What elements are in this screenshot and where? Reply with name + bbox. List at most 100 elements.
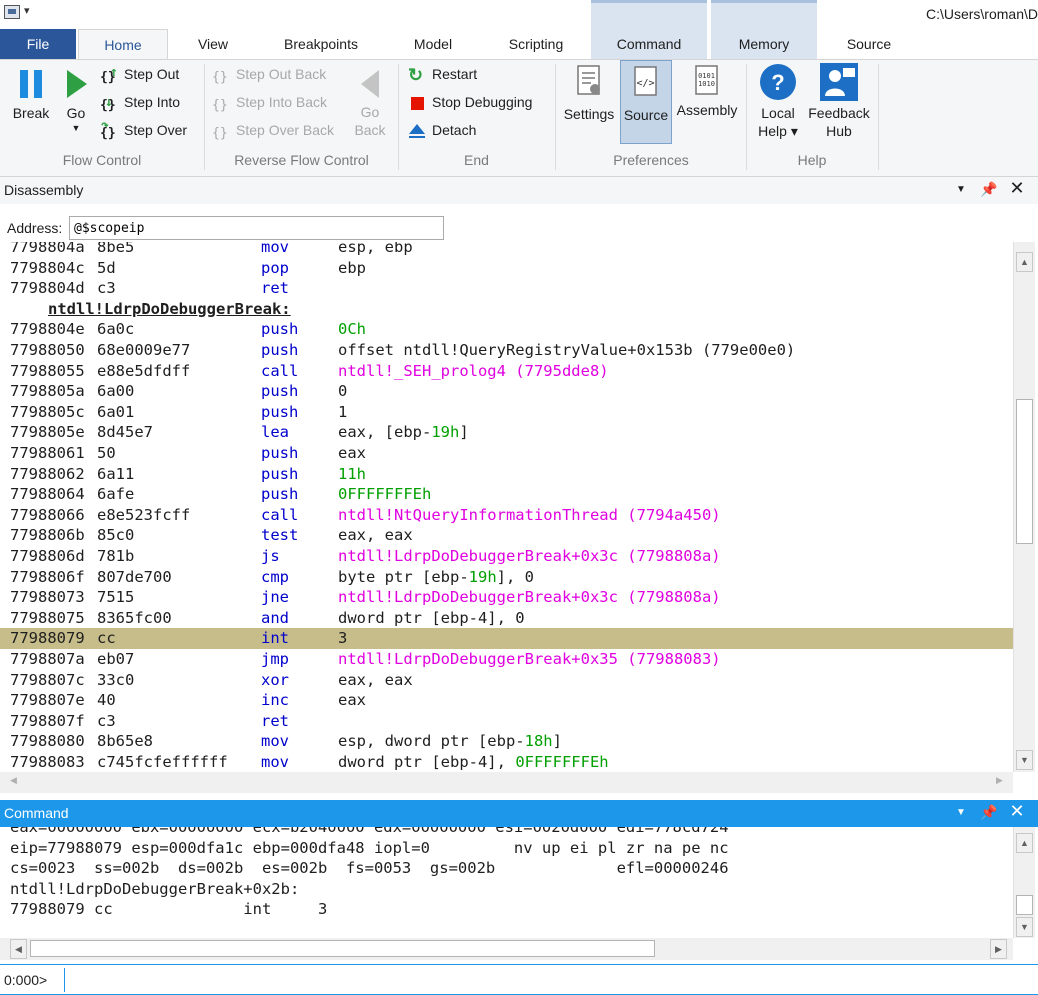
- go-dropdown-icon: ▼: [71, 123, 81, 133]
- instruction-line[interactable]: 7798806b 85c0 test eax, eax: [0, 525, 1013, 546]
- address-input[interactable]: [69, 216, 444, 240]
- tab-source[interactable]: Source: [836, 29, 902, 59]
- tab-command[interactable]: Command: [591, 29, 707, 59]
- stop-debugging-button[interactable]: Stop Debugging: [408, 90, 532, 114]
- pin-icon[interactable]: 📌: [980, 181, 998, 198]
- instruction-line[interactable]: 7798806d 781b js ntdll!LdrpDoDebuggerBreak+…: [0, 546, 1013, 567]
- numeric-operand: 19h: [431, 423, 460, 442]
- instruction-line[interactable]: 7798806f 807de700 cmp byte ptr [ebp-19h], 0: [0, 567, 1013, 588]
- scroll-right-arrow-icon[interactable]: ▶: [996, 775, 1003, 786]
- go-button[interactable]: Go ▼: [60, 64, 92, 148]
- command-vertical-scrollbar[interactable]: ▲ ▼: [1013, 827, 1035, 938]
- instruction-line[interactable]: 77988080 8b65e8 mov esp, dword ptr [ebp-18h…: [0, 731, 1013, 752]
- disassembly-listing[interactable]: 7798804a 8be5 mov esp, ebp 7798804c 5d pop ebp 7…: [0, 242, 1013, 772]
- instruction-line[interactable]: 7798804d c3 ret: [0, 278, 1013, 299]
- mnemonic: inc: [261, 691, 289, 710]
- instruction-line[interactable]: 7798805e 8d45e7 lea eax, [ebp-19h]: [0, 422, 1013, 443]
- tab-view[interactable]: View: [188, 29, 238, 59]
- scrollbar-thumb[interactable]: [30, 940, 655, 957]
- quick-access-dropdown-icon[interactable]: ▾: [24, 4, 30, 17]
- instruction-line[interactable]: 77988055 e88e5dfdff call ntdll!_SEH_prolog4…: [0, 361, 1013, 382]
- go-back-button[interactable]: Go Back: [348, 64, 392, 148]
- step-into-back-button[interactable]: {} Step Into Back: [212, 90, 327, 114]
- tab-breakpoints[interactable]: Breakpoints: [272, 29, 370, 59]
- tab-home[interactable]: Home: [78, 29, 168, 59]
- instruction-line[interactable]: 77988066 e8e523fcff call ntdll!NtQueryInfor…: [0, 505, 1013, 526]
- scrollbar-thumb[interactable]: [1016, 895, 1033, 915]
- scroll-down-arrow-icon[interactable]: ▼: [1016, 750, 1033, 770]
- scroll-up-arrow-icon[interactable]: ▲: [1016, 833, 1033, 853]
- instruction-line[interactable]: 7798807a eb07 jmp ntdll!LdrpDoDebuggerBreak…: [0, 649, 1013, 670]
- opcode-bytes: c745fcfeffffff: [97, 753, 228, 771]
- command-horizontal-scrollbar[interactable]: ◀ ▶: [0, 938, 1013, 960]
- command-input[interactable]: [64, 968, 1029, 992]
- instruction-line[interactable]: 77988083 c745fcfeffffff mov dword ptr [ebp-…: [0, 752, 1013, 772]
- step-over-button[interactable]: {} ↷ Step Over: [100, 118, 187, 142]
- local-help-button[interactable]: ? Local Help ▾: [754, 62, 802, 146]
- tab-scripting[interactable]: Scripting: [496, 29, 576, 59]
- scroll-left-arrow-icon[interactable]: ◀: [10, 939, 27, 959]
- command-output[interactable]: eax=00000000 ebx=00000000 ecx=b2040000 e…: [0, 827, 1013, 938]
- symbol-link[interactable]: ntdll!LdrpDoDebuggerBreak+0x3c (7798808a…: [338, 588, 721, 606]
- scroll-down-arrow-icon[interactable]: ▼: [1016, 917, 1033, 937]
- instruction-line[interactable]: 7798807c 33c0 xor eax, eax: [0, 670, 1013, 691]
- operands: offset ntdll!QueryRegistryValue+0x153b (…: [338, 340, 795, 361]
- symbol-link[interactable]: ntdll!NtQueryInformationThread (7794a450…: [338, 506, 721, 524]
- assembly-mode-button[interactable]: 0101 1010 Assembly: [674, 64, 740, 134]
- instruction-line[interactable]: 77988073 7515 jne ntdll!LdrpDoDebuggerBreak…: [0, 587, 1013, 608]
- step-over-back-button[interactable]: {} Step Over Back: [212, 118, 334, 142]
- disassembly-horizontal-scrollbar[interactable]: ◀ ▶: [0, 772, 1013, 793]
- instruction-line[interactable]: 7798807f c3 ret: [0, 711, 1013, 732]
- restart-button[interactable]: ↻ Restart: [408, 62, 477, 86]
- source-mode-button[interactable]: </> Source: [620, 60, 672, 144]
- scroll-right-arrow-icon[interactable]: ▶: [990, 939, 1007, 959]
- instruction-line[interactable]: 7798805c 6a01 push 1: [0, 402, 1013, 423]
- operands: dword ptr [ebp-4], 0: [338, 608, 525, 629]
- close-icon[interactable]: ✕: [1008, 178, 1026, 199]
- tab-file[interactable]: File: [0, 29, 76, 59]
- scroll-left-arrow-icon[interactable]: ◀: [10, 775, 17, 786]
- feedback-hub-button[interactable]: Feedback Hub: [806, 62, 872, 146]
- step-out-back-button[interactable]: {} Step Out Back: [212, 62, 326, 86]
- scrollbar-thumb[interactable]: [1016, 399, 1033, 544]
- symbol-link[interactable]: ntdll!LdrpDoDebuggerBreak+0x3c (7798808a…: [338, 547, 721, 565]
- group-label-end: End: [464, 152, 489, 168]
- scroll-up-arrow-icon[interactable]: ▲: [1016, 252, 1033, 272]
- address: 77988066: [10, 505, 85, 524]
- operands: esp, ebp: [338, 242, 413, 258]
- pin-icon[interactable]: 📌: [980, 804, 998, 821]
- current-instruction-line[interactable]: 77988079 cc int 3: [0, 628, 1013, 649]
- instruction-line[interactable]: 77988064 6afe push 0FFFFFFFEh: [0, 484, 1013, 505]
- instruction-line[interactable]: 77988061 50 push eax: [0, 443, 1013, 464]
- tab-memory[interactable]: Memory: [711, 29, 817, 59]
- instruction-line[interactable]: 77988050 68e0009e77 push offset ntdll!Query…: [0, 340, 1013, 361]
- opcode-bytes: 68e0009e77: [97, 341, 191, 359]
- instruction-line[interactable]: 77988062 6a11 push 11h: [0, 464, 1013, 485]
- symbol-label-line[interactable]: ntdll!LdrpDoDebuggerBreak:: [0, 299, 1013, 320]
- disassembly-vertical-scrollbar[interactable]: ▲ ▼: [1013, 242, 1035, 772]
- instruction-line[interactable]: 77988075 8365fc00 and dword ptr [ebp-4], 0: [0, 608, 1013, 629]
- tab-model[interactable]: Model: [402, 29, 464, 59]
- instruction-line[interactable]: 7798805a 6a00 push 0: [0, 381, 1013, 402]
- pane-menu-dropdown-icon[interactable]: ▼: [952, 184, 970, 195]
- instruction-line[interactable]: 7798804e 6a0c push 0Ch: [0, 319, 1013, 340]
- symbol-link[interactable]: ntdll!_SEH_prolog4 (7795dde8): [338, 362, 609, 380]
- command-prompt: 0:000>: [4, 972, 48, 988]
- opcode-bytes: 6a00: [97, 382, 135, 401]
- help-question-icon: ?: [760, 64, 796, 100]
- step-into-button[interactable]: {} ↓ Step Into: [100, 90, 180, 114]
- symbol-link[interactable]: ntdll!LdrpDoDebuggerBreak+0x35 (77988083…: [338, 650, 721, 668]
- command-output-line: ntdll!LdrpDoDebuggerBreak+0x2b:: [10, 879, 300, 898]
- pane-menu-dropdown-icon[interactable]: ▼: [952, 807, 970, 818]
- app-icon[interactable]: [4, 5, 20, 19]
- close-icon[interactable]: ✕: [1008, 801, 1026, 822]
- instruction-line[interactable]: 7798807e 40 inc eax: [0, 690, 1013, 711]
- detach-button[interactable]: Detach: [408, 118, 476, 142]
- settings-button[interactable]: Settings: [560, 64, 618, 134]
- break-button[interactable]: Break: [8, 64, 54, 132]
- step-out-button[interactable]: {} ↑ Step Out: [100, 62, 179, 86]
- instruction-line[interactable]: 7798804c 5d pop ebp: [0, 258, 1013, 279]
- instruction-line[interactable]: 7798804a 8be5 mov esp, ebp: [0, 242, 1013, 258]
- numeric-operand: 11h: [338, 464, 366, 483]
- step-into-back-icon: {}: [212, 98, 228, 114]
